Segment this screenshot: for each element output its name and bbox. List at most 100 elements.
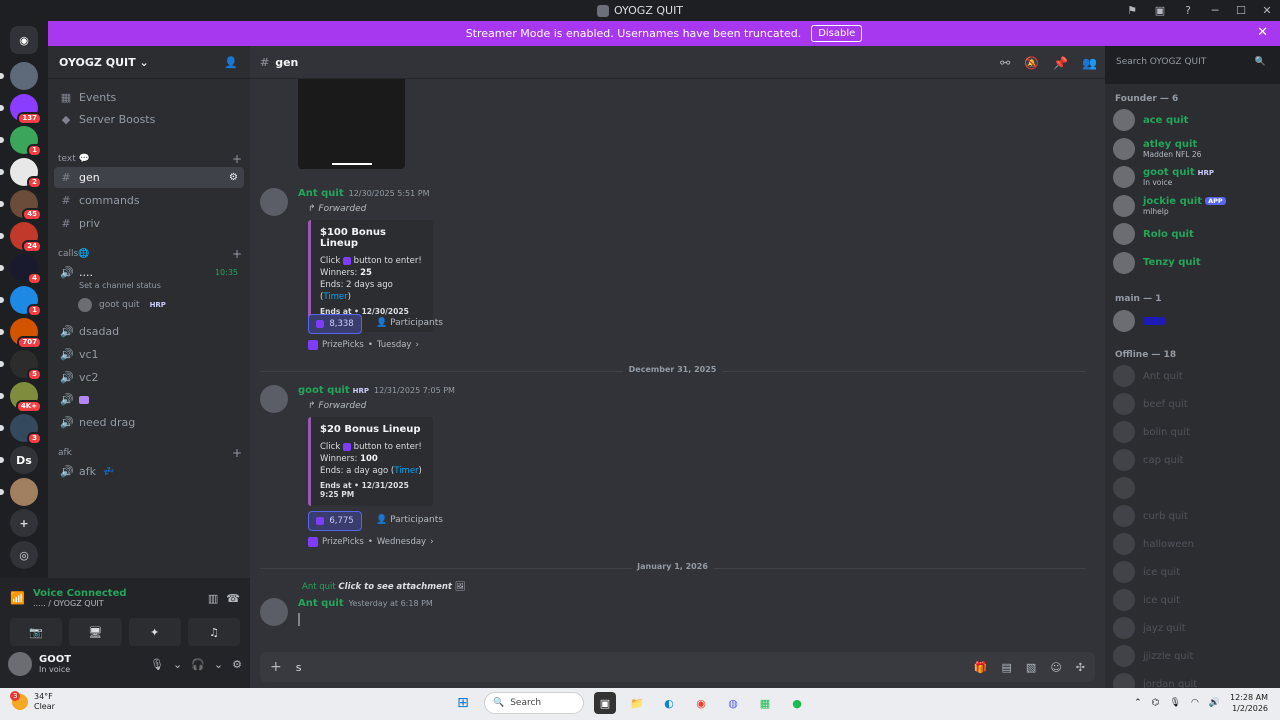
bell-off-icon[interactable]: 🔕 [1024,56,1039,70]
events-item[interactable]: ▦ Events [54,87,244,108]
message-composer[interactable]: + s 🎁 ▤ ▧ ☺ ✣ [260,652,1095,682]
voice-channel-need-drag[interactable]: 🔊 need drag [54,412,244,433]
server-icon[interactable]: Ds [10,446,38,474]
headphones-icon[interactable]: 🎧 [191,658,205,671]
wifi-icon[interactable]: ◠ [1191,698,1199,708]
reply-preview[interactable]: Ant quit Click to see attachment 🖼 [302,582,465,592]
voice-channel-vc2[interactable]: 🔊 vc2 [54,367,244,388]
chevron-up-icon[interactable]: ⌃ [1134,698,1142,708]
member-item[interactable] [1113,309,1273,333]
windows-start-icon[interactable]: ⊞ [452,692,474,714]
category-text[interactable]: text 💬 + [58,152,242,166]
add-server-icon[interactable]: + [10,509,38,537]
invite-icon[interactable]: 👤 [224,56,238,69]
category-calls[interactable]: calls🌐 + [58,247,242,261]
edge-icon[interactable]: ◐ [658,692,680,714]
chevron-down-icon[interactable]: ⌄ [214,658,223,671]
channel-gen[interactable]: # gen ⚙ [54,167,244,188]
weather-widget[interactable]: 3 34°F Clear [10,691,55,712]
member-item[interactable]: goot quit HRP In voice [1113,165,1273,189]
channel-commands[interactable]: # commands [54,190,244,211]
my-username[interactable]: GOOT [39,654,71,665]
search-input[interactable]: Search OYOGZ QUIT 🔍 [1110,52,1272,72]
app-attribution[interactable]: PrizePicks • Wednesday › [308,537,434,547]
chrome-icon[interactable]: ◉ [690,692,712,714]
member-item[interactable]: curb quit [1113,504,1273,528]
add-channel-icon[interactable]: + [232,247,242,261]
microphone-icon[interactable]: 🎙 [150,658,164,671]
participants-button[interactable]: 👤 Participants [376,515,443,525]
member-item[interactable]: ice quit [1113,588,1273,612]
flag-icon[interactable]: ⚑ [1118,0,1146,21]
noise-suppression-icon[interactable]: ▥ [208,592,218,605]
threads-icon[interactable]: ⚯ [1000,56,1010,70]
member-item[interactable]: jockie quit APP mlhelp [1113,194,1273,218]
disconnect-icon[interactable]: ☎ [226,592,240,605]
settings-icon[interactable]: ⚙ [229,172,238,183]
server-icon[interactable]: 5 [10,350,42,381]
voice-channel-afk[interactable]: 🔊 afk 💤 [54,461,244,482]
image-attachment[interactable] [298,79,405,169]
task-view-icon[interactable]: ▣ [594,692,616,714]
inbox-icon[interactable]: ▣ [1146,0,1174,21]
apps-icon[interactable]: ✣ [1076,661,1085,674]
maximize-button[interactable]: ☐ [1228,0,1254,21]
gift-icon[interactable]: 🎁 [974,661,988,674]
discord-home-icon[interactable]: ◉ [10,26,38,54]
add-channel-icon[interactable]: + [232,152,242,166]
help-icon[interactable]: ? [1174,0,1202,21]
server-icon[interactable] [10,62,38,90]
camera-off-button[interactable]: 📷 [10,618,63,646]
member-item[interactable]: cap quit [1113,448,1273,472]
message-input[interactable]: s [296,661,302,674]
server-icon[interactable]: 4 [10,254,42,285]
member-item[interactable]: jjizzle quit [1113,644,1273,668]
member-item[interactable]: halloween [1113,532,1273,556]
server-boosts-item[interactable]: ◆ Server Boosts [54,109,244,130]
voice-channel-vc1[interactable]: 🔊 vc1 [54,344,244,365]
voice-channel-dsadad[interactable]: 🔊 dsadad [54,321,244,342]
taskbar-search[interactable]: 🔍 Search [484,692,584,714]
emoji-icon[interactable]: ☺ [1050,661,1061,674]
member-item[interactable]: Ant quit [1113,364,1273,388]
member-item[interactable]: ice quit [1113,560,1273,584]
reaction-button[interactable]: 6,775 [308,511,362,531]
network-icon[interactable]: ⌬ [1152,698,1160,708]
discord-taskbar-icon[interactable]: ◍ [722,692,744,714]
member-item[interactable] [1113,476,1273,500]
server-icon[interactable]: 45 [10,190,42,221]
screen-share-button[interactable]: 🖥 [69,618,122,646]
member-item[interactable]: ace quit [1113,108,1273,132]
message-author[interactable]: goot quit [298,385,350,396]
gif-icon[interactable]: ▤ [1002,661,1012,674]
reaction-button[interactable]: 8,338 [308,314,362,334]
server-icon[interactable]: 2 [10,158,42,189]
voice-location[interactable]: ..... / OYOGZ QUIT [33,599,127,608]
close-banner-icon[interactable]: ✕ [1257,25,1268,40]
microphone-icon[interactable]: 🎙 [1170,698,1181,708]
discover-icon[interactable]: ◎ [10,541,38,569]
member-item[interactable]: jordan quit [1113,672,1273,688]
server-icon[interactable] [10,478,38,506]
pin-icon[interactable]: 📌 [1053,56,1068,70]
message-author[interactable]: Ant quit [298,188,344,199]
gear-icon[interactable]: ⚙ [232,658,242,671]
spotify-icon[interactable]: ● [786,692,808,714]
channel-priv[interactable]: # priv [54,213,244,234]
add-channel-icon[interactable]: + [232,446,242,460]
member-item[interactable]: beef quit [1113,392,1273,416]
participants-button[interactable]: 👤 Participants [376,318,443,328]
minimize-button[interactable]: ─ [1202,0,1228,21]
server-icon[interactable]: 3 [10,414,42,445]
server-icon[interactable]: 4K+ [10,382,42,413]
app-attribution[interactable]: PrizePicks • Tuesday › [308,340,419,350]
server-icon[interactable]: 24 [10,222,42,253]
soundboard-button[interactable]: ♫ [187,618,240,646]
member-item[interactable]: atley quit Madden NFL 26 [1113,137,1273,161]
voice-status[interactable]: Voice Connected [33,588,127,599]
clock[interactable]: 12:28 AM 1/2/2026 [1230,692,1268,714]
channel-status-prompt[interactable]: Set a channel status [54,277,244,293]
avatar[interactable] [260,188,288,216]
avatar[interactable] [260,385,288,413]
volume-icon[interactable]: 🔊 [1209,698,1220,708]
